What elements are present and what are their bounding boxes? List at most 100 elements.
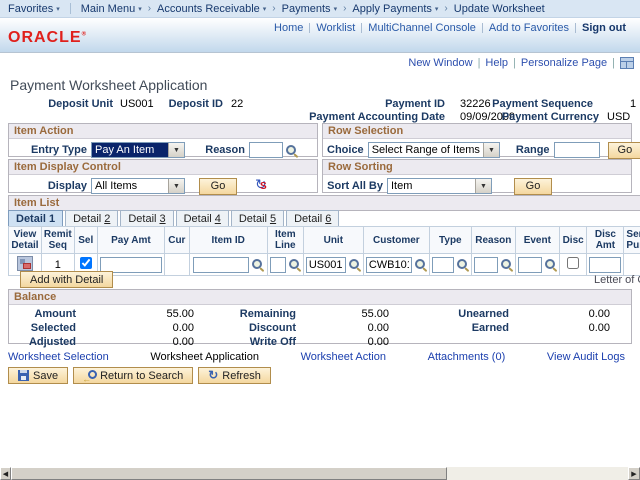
- multichannel-console-link[interactable]: MultiChannel Console: [368, 22, 476, 34]
- customer-input[interactable]: [366, 257, 412, 273]
- item-display-go-button[interactable]: Go: [199, 178, 237, 195]
- chevron-down-icon: ▾: [334, 5, 338, 13]
- return-to-search-button[interactable]: Return to Search: [73, 367, 193, 384]
- worksheet-selection-link[interactable]: Worksheet Selection: [8, 351, 109, 363]
- tab-detail-6[interactable]: Detail6: [286, 210, 339, 227]
- entry-type-selected-value: Pay An Item: [92, 143, 168, 157]
- disc-checkbox[interactable]: [567, 257, 579, 269]
- horizontal-scrollbar[interactable]: ◀ ▶: [0, 467, 640, 480]
- chevron-down-icon: ▾: [263, 5, 267, 13]
- row-selection-go-button[interactable]: Go: [608, 142, 640, 159]
- attachments-link[interactable]: Attachments (0): [428, 351, 506, 363]
- item-line-input[interactable]: [270, 257, 286, 273]
- tab-detail-3[interactable]: Detail3: [120, 210, 173, 227]
- row-sorting-groupbox: Row Sorting Sort All By Item ▼ Go: [322, 159, 632, 193]
- add-with-detail-button[interactable]: Add with Detail: [20, 271, 113, 288]
- breadcrumb-payments[interactable]: Payments ▾: [282, 3, 337, 15]
- lookup-icon[interactable]: [251, 258, 264, 271]
- grid-header-row: View Detail Remit Seq Sel Pay Amt Cur It…: [9, 227, 640, 254]
- balance-selected-label: Selected: [19, 322, 76, 335]
- tab-detail-4[interactable]: Detail4: [176, 210, 229, 227]
- cur-value: [165, 254, 189, 276]
- chevron-down-icon[interactable]: ▼: [483, 143, 499, 157]
- lookup-icon[interactable]: [544, 258, 557, 271]
- home-link[interactable]: Home: [274, 22, 303, 34]
- breadcrumb-ar-label: Accounts Receivable: [157, 3, 260, 15]
- lookup-icon[interactable]: [414, 258, 427, 271]
- sort-all-by-select[interactable]: Item ▼: [387, 178, 492, 194]
- save-button[interactable]: Save: [8, 367, 68, 384]
- lookup-icon[interactable]: [348, 258, 361, 271]
- item-list-title: Item List: [8, 195, 640, 211]
- event-input[interactable]: [518, 257, 542, 273]
- sign-out-link[interactable]: Sign out: [582, 22, 626, 34]
- unit-input[interactable]: [306, 257, 346, 273]
- sort-all-by-selected-value: Item: [388, 179, 475, 193]
- personalize-page-link[interactable]: Personalize Page: [521, 57, 607, 69]
- balance-adjusted-value: 0.00: [76, 336, 194, 349]
- tab-detail-5[interactable]: Detail5: [231, 210, 284, 227]
- header-band: Home Worklist MultiChannel Console Add t…: [0, 18, 640, 53]
- col-reason: Reason: [471, 227, 515, 254]
- row-sorting-go-button[interactable]: Go: [514, 178, 552, 195]
- item-id-input[interactable]: [193, 257, 249, 273]
- http-page-icon[interactable]: [620, 57, 634, 69]
- reason-row-input[interactable]: [474, 257, 498, 273]
- breadcrumb-separator: [343, 3, 346, 14]
- scroll-left-arrow[interactable]: ◀: [0, 467, 11, 480]
- item-display-control-groupbox: Item Display Control Display All Items ▼…: [8, 159, 318, 193]
- lookup-icon[interactable]: [500, 258, 513, 271]
- reason-input[interactable]: [249, 142, 283, 158]
- refresh-button[interactable]: ↻ Refresh: [198, 367, 271, 384]
- display-select[interactable]: All Items ▼: [91, 178, 185, 194]
- add-to-favorites-link[interactable]: Add to Favorites: [489, 22, 569, 34]
- col-pay-amt: Pay Amt: [97, 227, 164, 254]
- tab-detail-2[interactable]: Detail2: [65, 210, 118, 227]
- choice-select[interactable]: Select Range of Items ▼: [368, 142, 500, 158]
- balance-discount-value: 0.00: [296, 322, 389, 335]
- lookup-icon[interactable]: [285, 144, 298, 157]
- breadcrumb-favorites[interactable]: Favorites ▾: [8, 3, 60, 15]
- view-audit-logs-link[interactable]: View Audit Logs: [547, 351, 625, 363]
- type-input[interactable]: [432, 257, 454, 273]
- balance-adjusted-label: Adjusted: [19, 336, 76, 349]
- page-action-bar: New Window | Help | Personalize Page |: [404, 57, 634, 69]
- balance-amount-label: Amount: [19, 308, 76, 321]
- chevron-down-icon[interactable]: ▼: [475, 179, 491, 193]
- breadcrumb-apply-payments[interactable]: Apply Payments ▾: [352, 3, 438, 15]
- lookup-icon[interactable]: [288, 258, 301, 271]
- breadcrumb-accounts-receivable[interactable]: Accounts Receivable ▾: [157, 3, 266, 15]
- col-sel: Sel: [74, 227, 97, 254]
- toolbar: Save Return to Search ↻ Refresh: [8, 367, 271, 384]
- view-detail-icon[interactable]: [17, 256, 33, 271]
- chevron-down-icon[interactable]: ▼: [168, 143, 184, 157]
- breadcrumb-main-menu[interactable]: Main Menu ▾: [81, 3, 142, 15]
- entry-type-select[interactable]: Pay An Item ▼: [91, 142, 185, 158]
- deposit-id-value: 22: [231, 98, 243, 110]
- range-input[interactable]: [554, 142, 600, 158]
- scroll-right-arrow[interactable]: ▶: [628, 467, 640, 480]
- breadcrumb-main-menu-label: Main Menu: [81, 3, 135, 15]
- sel-checkbox[interactable]: [80, 257, 92, 269]
- chevron-down-icon[interactable]: ▼: [168, 179, 184, 193]
- payment-worksheet-page: Favorites ▾ Main Menu ▾ Accounts Receiva…: [0, 0, 640, 480]
- disc-amt-input[interactable]: [589, 257, 621, 273]
- col-cur: Cur: [165, 227, 189, 254]
- new-window-link[interactable]: New Window: [408, 57, 472, 69]
- help-link[interactable]: Help: [485, 57, 508, 69]
- balance-writeoff-value: 0.00: [296, 336, 389, 349]
- service-pur-cell: [624, 254, 640, 276]
- balance-grid: Amount 55.00 Remaining 55.00 Unearned 0.…: [9, 305, 631, 349]
- balance-empty-cell: [509, 336, 610, 349]
- tab-detail-1[interactable]: Detail1: [8, 210, 63, 227]
- worklist-link[interactable]: Worklist: [316, 22, 355, 34]
- lookup-icon[interactable]: [456, 258, 469, 271]
- currency-conversion-icon[interactable]: ↻ S: [255, 179, 270, 194]
- divider: [575, 23, 576, 33]
- item-action-title: Item Action: [9, 124, 317, 139]
- breadcrumb-update-worksheet[interactable]: Update Worksheet: [454, 3, 545, 15]
- balance-unearned-label: Unearned: [389, 308, 509, 321]
- scrollbar-thumb[interactable]: [11, 467, 447, 480]
- worksheet-action-link[interactable]: Worksheet Action: [301, 351, 386, 363]
- row-sorting-title: Row Sorting: [323, 160, 631, 175]
